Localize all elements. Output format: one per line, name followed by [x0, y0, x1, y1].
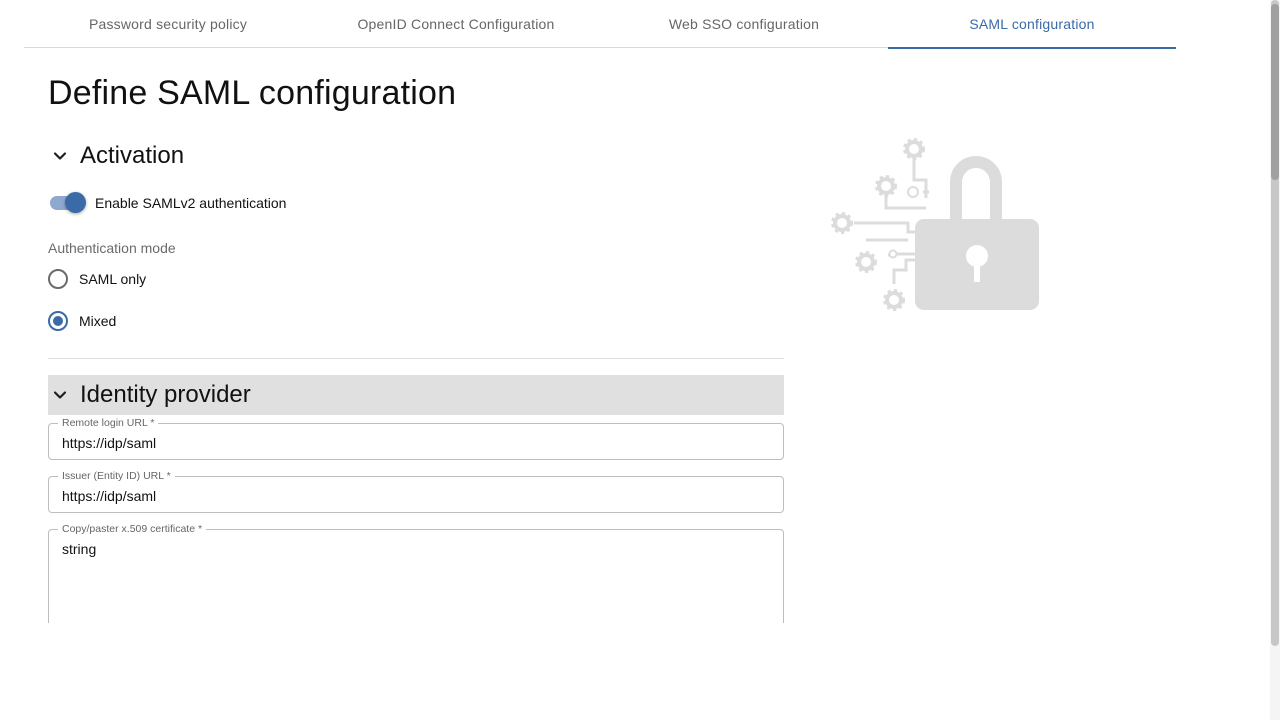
lock-gears-illustration — [831, 138, 1039, 311]
tab-bar: Password security policy OpenID Connect … — [24, 0, 1176, 49]
radio-mixed-label: Mixed — [79, 313, 117, 329]
enable-saml-toggle-label: Enable SAMLv2 authentication — [95, 195, 287, 211]
issuer-url-label: Issuer (Entity ID) URL * — [58, 469, 175, 483]
identity-provider-section-title: Identity provider — [80, 381, 251, 408]
remote-login-url-field[interactable]: Remote login URL * https://idp/saml — [48, 416, 784, 460]
issuer-url-value[interactable]: https://idp/saml — [62, 488, 156, 504]
authentication-mode-label: Authentication mode — [48, 240, 176, 256]
scrollbar-thumb[interactable] — [1271, 4, 1279, 180]
tab-password-security-policy[interactable]: Password security policy — [24, 0, 312, 48]
enable-saml-toggle-row: Enable SAMLv2 authentication — [48, 191, 286, 215]
radio-mixed[interactable]: Mixed — [48, 309, 116, 333]
remote-login-url-value[interactable]: https://idp/saml — [62, 435, 156, 451]
activation-section-title: Activation — [80, 142, 185, 169]
radio-button[interactable] — [48, 269, 68, 289]
page-title: Define SAML configuration — [48, 74, 457, 112]
tab-saml-configuration[interactable]: SAML configuration — [888, 0, 1176, 49]
tab-openid-connect-configuration[interactable]: OpenID Connect Configuration — [312, 0, 600, 48]
radio-saml-only-label: SAML only — [79, 271, 147, 287]
issuer-url-field[interactable]: Issuer (Entity ID) URL * https://idp/sam… — [48, 469, 784, 513]
activation-section-header[interactable]: Activation — [48, 136, 784, 176]
radio-button-checked[interactable] — [48, 311, 68, 331]
content-clip — [40, 623, 800, 720]
toggle-thumb — [65, 192, 86, 213]
certificate-value[interactable]: string — [62, 541, 96, 557]
chevron-down-icon[interactable] — [48, 144, 72, 168]
tab-web-sso-configuration[interactable]: Web SSO configuration — [600, 0, 888, 48]
certificate-label: Copy/paster x.509 certificate * — [58, 522, 207, 536]
remote-login-url-label: Remote login URL * — [58, 416, 159, 430]
section-divider — [48, 358, 784, 359]
radio-saml-only[interactable]: SAML only — [48, 267, 146, 291]
identity-provider-section-header[interactable]: Identity provider — [48, 375, 784, 415]
enable-saml-toggle[interactable] — [48, 191, 86, 215]
chevron-down-icon[interactable] — [48, 383, 72, 407]
